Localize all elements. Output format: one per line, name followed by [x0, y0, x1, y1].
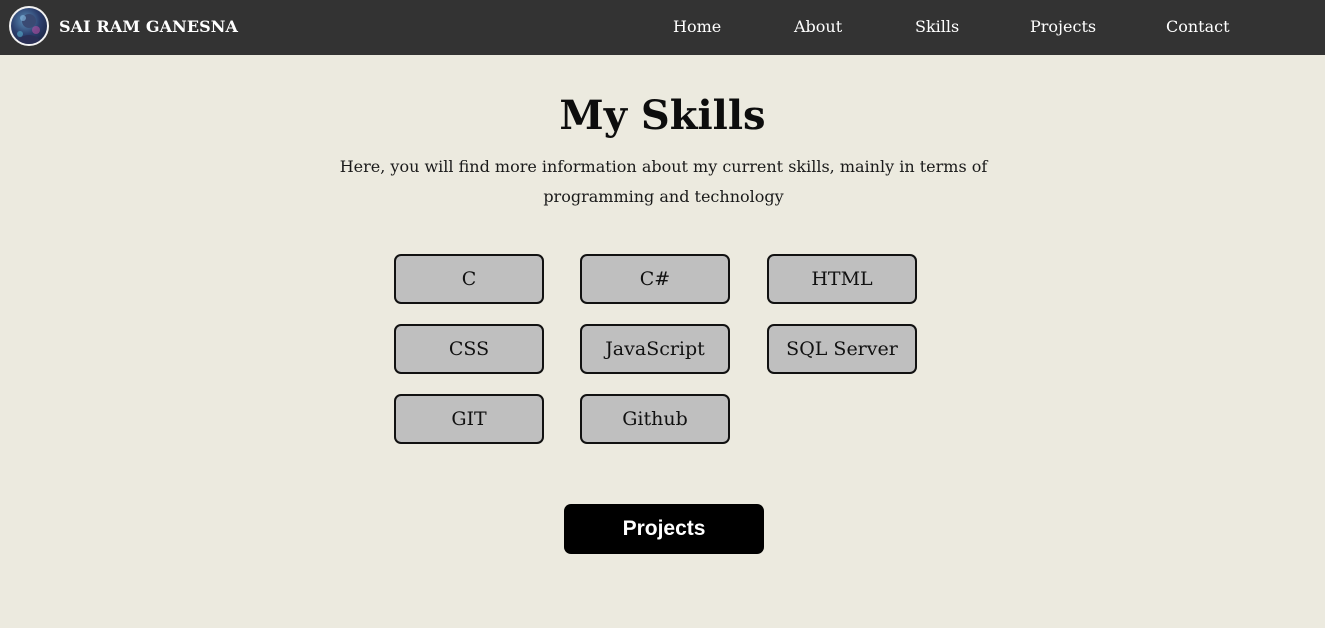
nav-item-contact[interactable]: Contact — [1166, 17, 1230, 36]
nav-item-about[interactable]: About — [794, 17, 842, 36]
intro-text: Here, you will find more information abo… — [339, 157, 988, 206]
skill-c: C — [394, 254, 544, 304]
page-title: My Skills — [559, 92, 766, 139]
nav-item-home[interactable]: Home — [673, 17, 721, 36]
nav-item-skills[interactable]: Skills — [915, 17, 959, 36]
navbar: SAI RAM GANESNA Home About Skills Projec… — [0, 0, 1325, 55]
skill-github: Github — [580, 394, 730, 444]
skill-git: GIT — [394, 394, 544, 444]
skill-javascript: JavaScript — [580, 324, 730, 374]
skill-sql-server: SQL Server — [767, 324, 917, 374]
skill-html: HTML — [767, 254, 917, 304]
projects-button[interactable]: Projects — [564, 504, 764, 554]
nav-links: Home About Skills Projects Contact — [0, 0, 1325, 55]
skill-css: CSS — [394, 324, 544, 374]
skill-csharp: C# — [580, 254, 730, 304]
nav-item-projects[interactable]: Projects — [1030, 17, 1096, 36]
